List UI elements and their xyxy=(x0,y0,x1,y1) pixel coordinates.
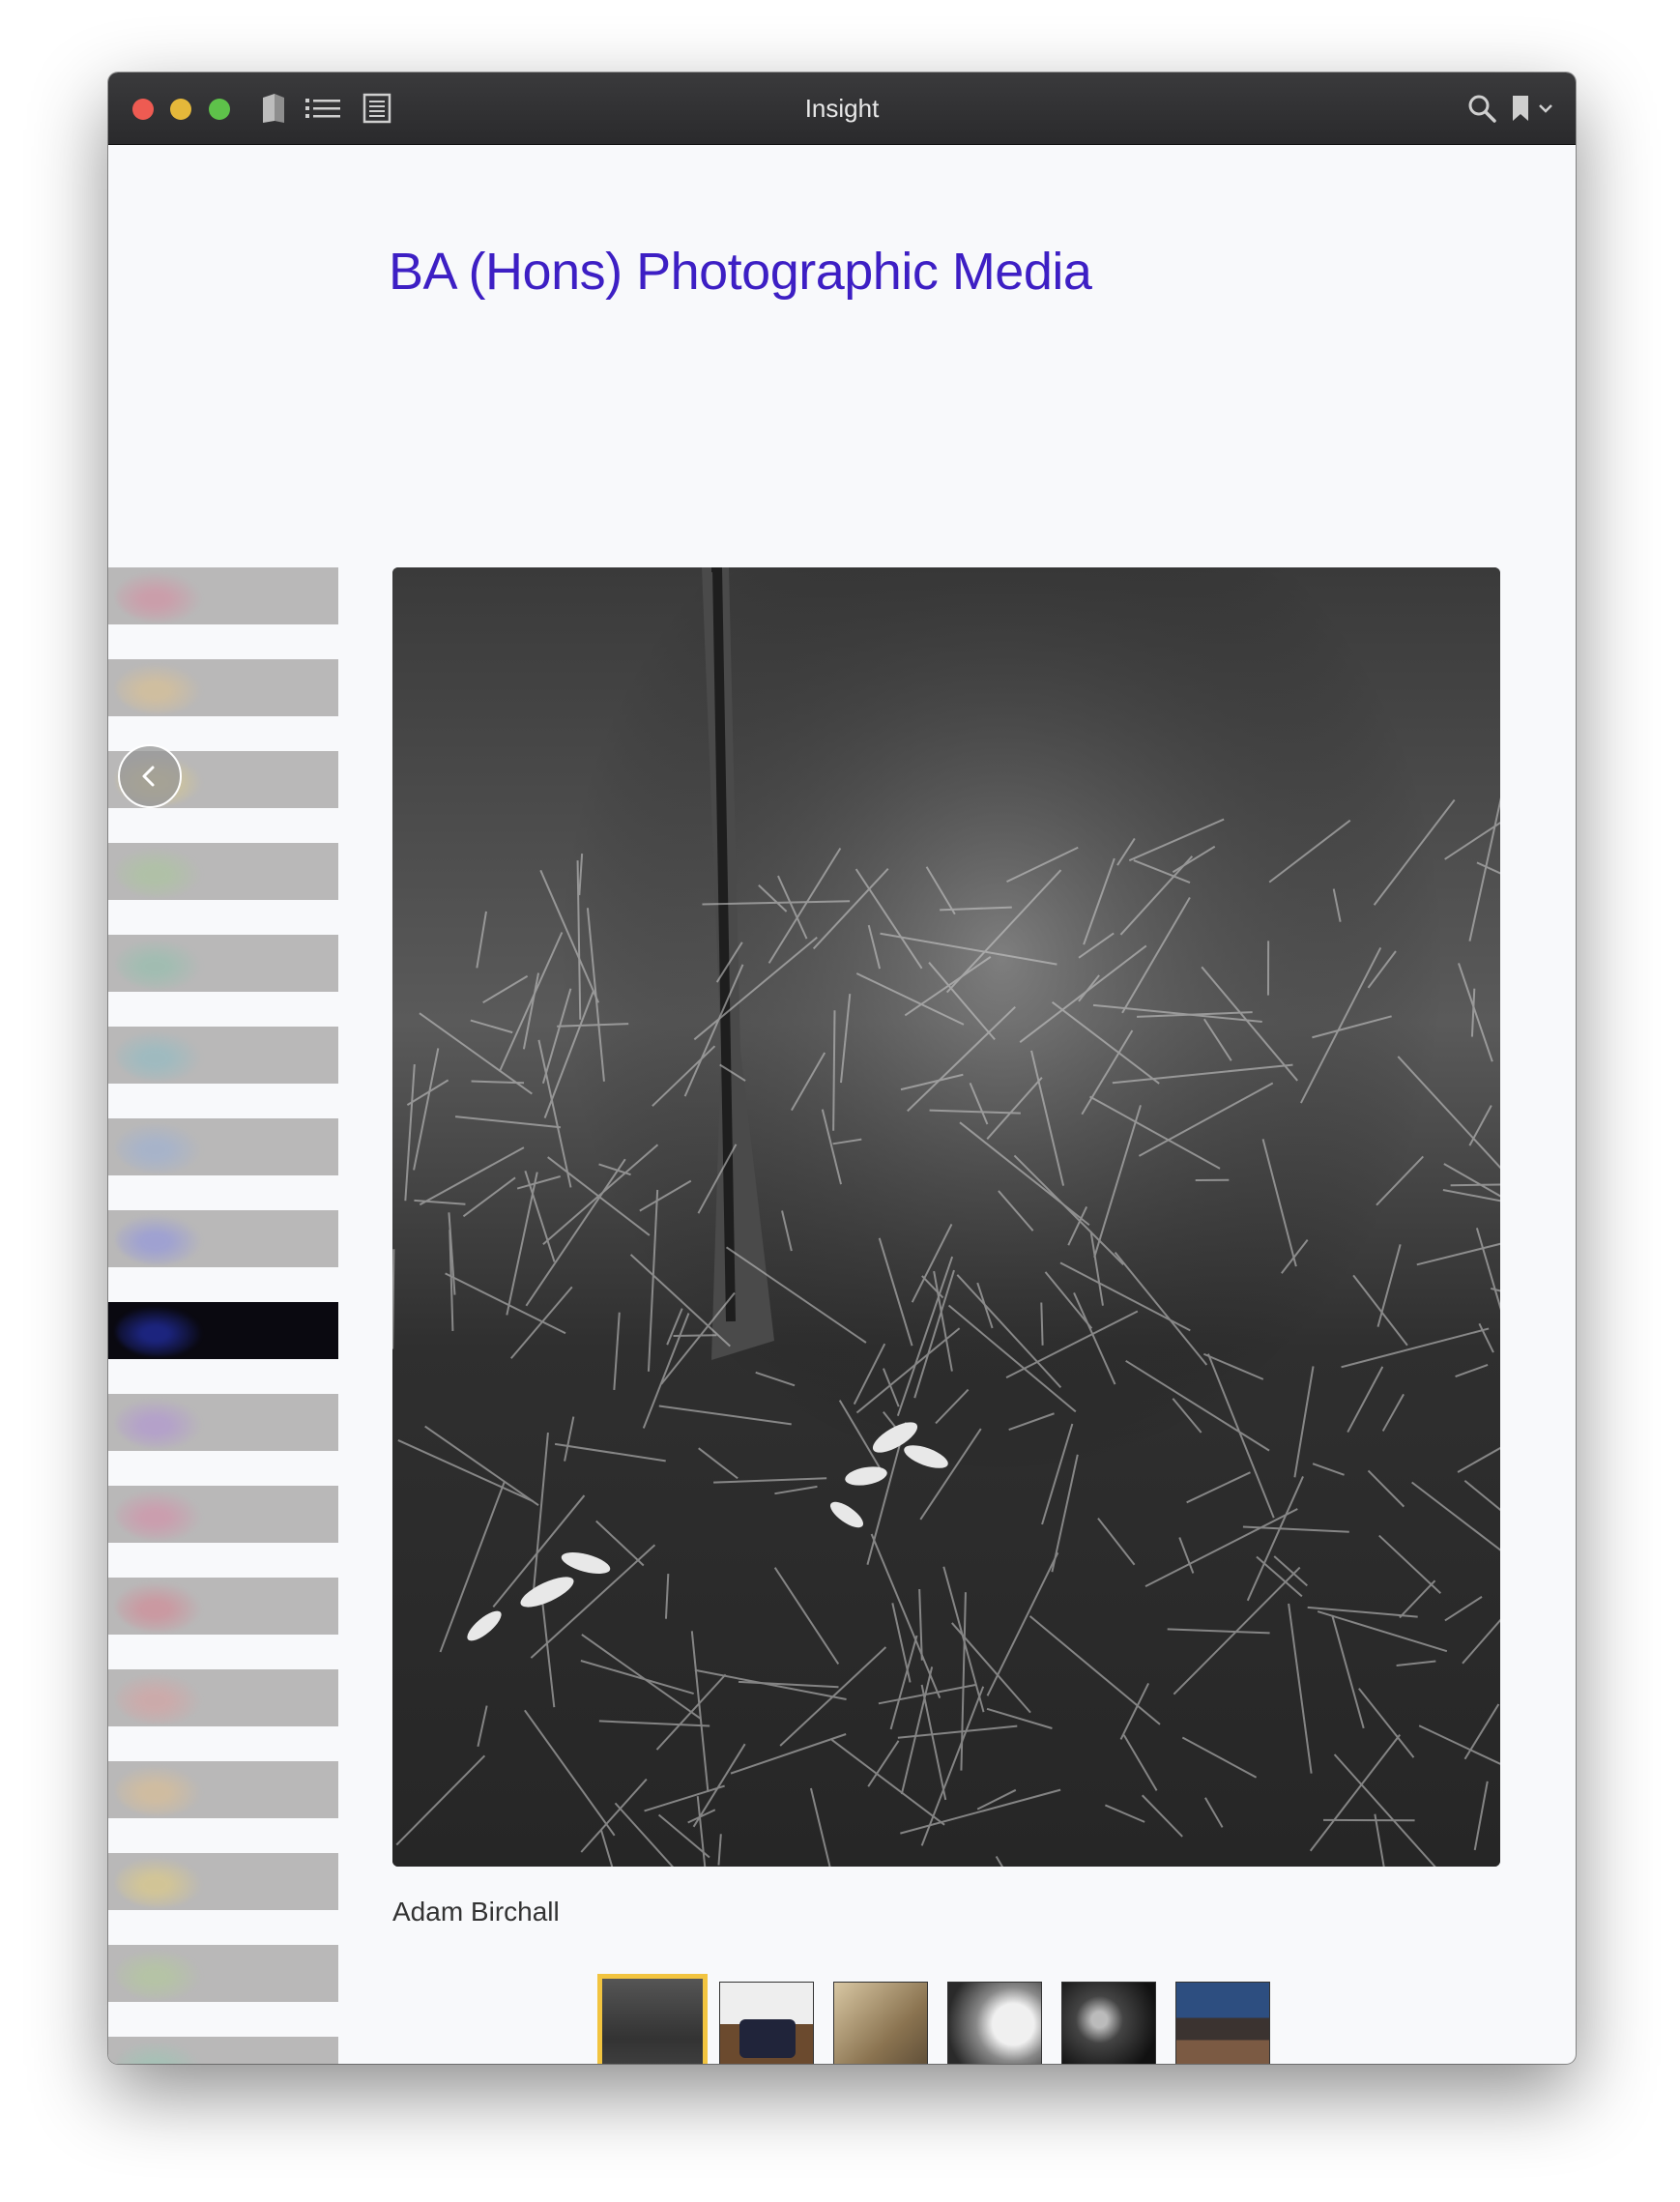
strip xyxy=(108,1118,338,1175)
strip xyxy=(108,1486,338,1543)
smoke-swirl-icon xyxy=(116,1765,203,1815)
strip xyxy=(108,1669,338,1726)
strip-active xyxy=(108,1302,338,1359)
thumbnail-adidas-bag[interactable] xyxy=(719,1982,814,2064)
chevron-down-icon[interactable] xyxy=(1537,92,1554,125)
strip xyxy=(108,1945,338,2002)
photo-caption: Adam Birchall xyxy=(392,1897,560,1927)
strip xyxy=(108,1210,338,1267)
thumbnail-forest-floor[interactable] xyxy=(597,1974,708,2064)
strip xyxy=(108,1027,338,1084)
strip xyxy=(108,1578,338,1635)
strip xyxy=(108,843,338,900)
page-title: BA (Hons) Photographic Media xyxy=(389,243,1092,301)
bookmark-icon[interactable] xyxy=(1509,92,1532,125)
search-icon[interactable] xyxy=(1465,92,1498,125)
strip xyxy=(108,1394,338,1451)
smoke-swirl-icon xyxy=(116,2041,203,2064)
strip xyxy=(108,1853,338,1910)
smoke-swirl-icon xyxy=(116,1581,203,1632)
strip xyxy=(108,2037,338,2064)
smoke-swirl-icon xyxy=(116,847,203,897)
smoke-swirl-icon xyxy=(116,1214,203,1264)
forest-floor-image xyxy=(392,567,1500,1867)
smoke-swirl-icon xyxy=(116,1949,203,1999)
main-photo[interactable] xyxy=(392,567,1500,1867)
app-window: Insight BA (Hons) Photographic Media Ada… xyxy=(108,72,1576,2064)
smoke-swirl-icon xyxy=(116,1490,203,1540)
page-content: BA (Hons) Photographic Media Adam Bircha… xyxy=(108,145,1576,2064)
smoke-swirl-icon xyxy=(116,1857,203,1907)
strip xyxy=(108,935,338,992)
thumbnail-flowers[interactable] xyxy=(1061,1982,1156,2064)
smoke-swirl-icon xyxy=(116,1306,203,1356)
smoke-swirl-icon xyxy=(116,1030,203,1081)
chevron-left-icon xyxy=(142,766,155,787)
smoke-swirl-icon xyxy=(116,1398,203,1448)
strip xyxy=(108,567,338,624)
thumbnail-portrait[interactable] xyxy=(947,1982,1042,2064)
thumbnail-dry-grass[interactable] xyxy=(833,1982,928,2064)
smoke-swirl-icon xyxy=(116,1122,203,1173)
previous-image-button[interactable] xyxy=(118,744,182,808)
smoke-swirl-icon xyxy=(116,1673,203,1724)
strip xyxy=(108,1761,338,1818)
window-title: Insight xyxy=(804,94,880,123)
smoke-swirl-icon xyxy=(116,663,203,713)
title-bar: Insight xyxy=(108,72,1576,145)
smoke-swirl-icon xyxy=(116,571,203,622)
smoke-swirl-icon xyxy=(116,939,203,989)
thumbnail-mountain-road[interactable] xyxy=(1175,1982,1270,2064)
strip xyxy=(108,659,338,716)
